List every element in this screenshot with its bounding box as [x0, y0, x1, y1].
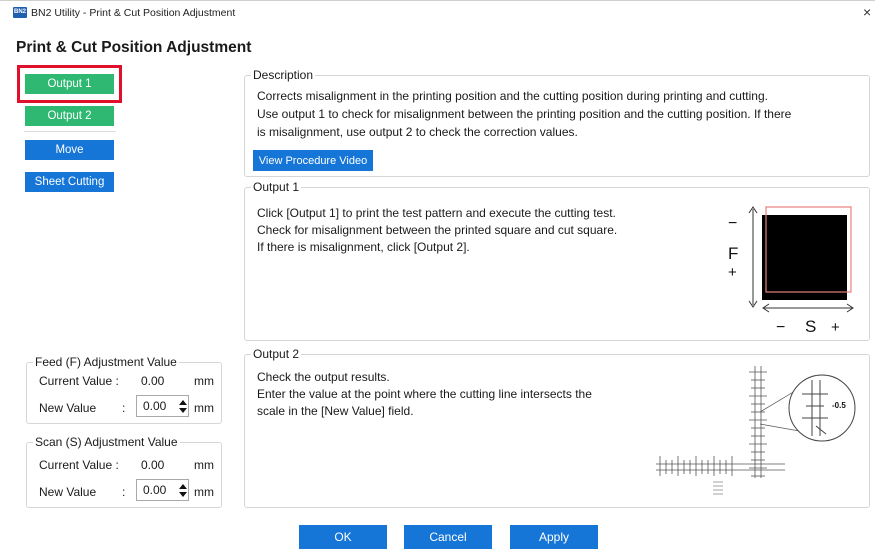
description-line-3: is misalignment, use output 2 to check t…: [257, 125, 578, 139]
app-logo-icon: BN2: [13, 7, 27, 18]
output1-button[interactable]: Output 1: [25, 74, 114, 94]
diagram-minus-top: −: [728, 215, 737, 232]
feed-new-value[interactable]: 0.00: [143, 399, 166, 413]
output2-button[interactable]: Output 2: [25, 106, 114, 126]
feed-new-value-stepper[interactable]: 0.00: [136, 395, 189, 417]
output1-line-1: Click [Output 1] to print the test patte…: [257, 206, 616, 220]
feed-decrement-icon[interactable]: [179, 408, 187, 413]
print-cut-square-diagram: − F + − S +: [728, 206, 854, 336]
diagram-plus-right: +: [831, 319, 840, 336]
scan-current-value: 0.00: [141, 458, 165, 472]
title-bar: BN2 BN2 Utility - Print & Cut Position A…: [0, 0, 875, 24]
feed-current-label: Current Value :: [39, 374, 119, 388]
output2-legend: Output 2: [251, 347, 302, 361]
scan-new-value[interactable]: 0.00: [143, 483, 166, 497]
output1-legend: Output 1: [251, 180, 302, 194]
output1-line-3: If there is misalignment, click [Output …: [257, 240, 470, 254]
scan-new-colon: :: [122, 485, 126, 499]
output2-line-1: Check the output results.: [257, 370, 390, 384]
output2-line-2: Enter the value at the point where the c…: [257, 387, 592, 401]
scale-reading-diagram: -0.5: [656, 366, 856, 495]
view-procedure-video-button[interactable]: View Procedure Video: [253, 150, 373, 171]
feed-new-unit: mm: [194, 401, 214, 415]
close-icon[interactable]: ×: [863, 4, 871, 20]
scan-new-value-stepper[interactable]: 0.00: [136, 479, 189, 501]
diagram-plus-bottom: +: [728, 264, 737, 281]
diagram-minus-left: −: [776, 319, 785, 336]
scan-current-label: Current Value :: [39, 458, 119, 472]
feed-new-colon: :: [122, 401, 126, 415]
feed-increment-icon[interactable]: [179, 400, 187, 405]
page-title: Print & Cut Position Adjustment: [16, 39, 252, 56]
zoom-value-label: -0.5: [832, 401, 846, 410]
feed-current-unit: mm: [194, 374, 214, 388]
horizontal-scale: [656, 456, 785, 476]
cancel-button[interactable]: Cancel: [404, 525, 492, 549]
sidebar-divider: [24, 131, 116, 132]
scan-current-unit: mm: [194, 458, 214, 472]
scan-new-unit: mm: [194, 485, 214, 499]
scan-legend: Scan (S) Adjustment Value: [33, 435, 180, 449]
apply-button[interactable]: Apply: [510, 525, 598, 549]
description-line-2: Use output 1 to check for misalignment b…: [257, 107, 792, 121]
window-title: BN2 Utility - Print & Cut Position Adjus…: [31, 7, 236, 19]
vertical-scale: [749, 366, 767, 478]
feed-new-label: New Value: [39, 401, 97, 415]
feed-legend: Feed (F) Adjustment Value: [33, 355, 179, 369]
diagram-f-label: F: [728, 244, 738, 263]
scan-new-label: New Value: [39, 485, 97, 499]
sheet-cutting-button[interactable]: Sheet Cutting: [25, 172, 114, 192]
description-line-1: Corrects misalignment in the printing po…: [257, 89, 768, 103]
scan-increment-icon[interactable]: [179, 484, 187, 489]
feed-current-value: 0.00: [141, 374, 165, 388]
diagram-s-label: S: [805, 317, 816, 336]
move-button[interactable]: Move: [25, 140, 114, 160]
description-legend: Description: [251, 68, 316, 82]
scan-decrement-icon[interactable]: [179, 492, 187, 497]
bottom-ticks: [713, 481, 723, 495]
printed-square: [762, 215, 847, 300]
ok-button[interactable]: OK: [299, 525, 387, 549]
output1-line-2: Check for misalignment between the print…: [257, 223, 618, 237]
output2-line-3: scale in the [New Value] field.: [257, 404, 414, 418]
